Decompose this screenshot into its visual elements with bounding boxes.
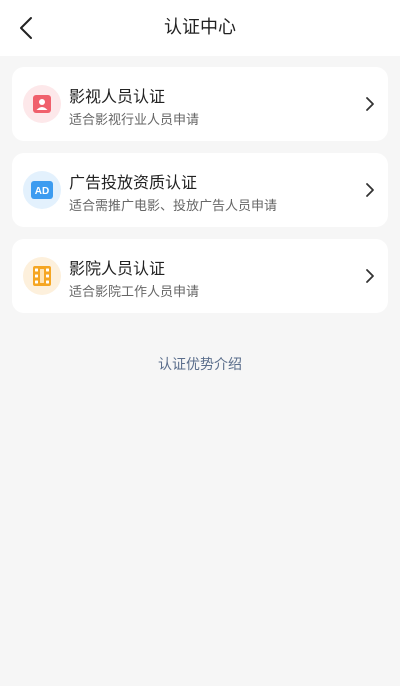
page-title: 认证中心 <box>164 17 236 38</box>
card-title: 影院人员认证 <box>69 259 166 278</box>
ad-qualification-certification-card[interactable]: AD 广告投放资质认证 适合需推广电影、投放广告人员申请 <box>12 153 388 227</box>
chevron-right-icon <box>366 269 374 283</box>
film-icon <box>33 266 51 286</box>
nav-bar: 认证中心 <box>0 0 400 56</box>
ad-icon: AD <box>31 181 53 199</box>
icon-circle: AD <box>23 171 61 209</box>
icon-circle <box>23 257 61 295</box>
person-id-icon <box>33 95 51 113</box>
certification-benefits-link[interactable]: 认证优势介绍 <box>0 354 400 374</box>
film-staff-certification-card[interactable]: 影视人员认证 适合影视行业人员申请 <box>12 67 388 141</box>
chevron-right-icon <box>366 97 374 111</box>
card-title: 广告投放资质认证 <box>69 173 198 192</box>
icon-circle <box>23 85 61 123</box>
card-subtitle: 适合影院工作人员申请 <box>69 285 200 300</box>
cinema-staff-certification-card[interactable]: 影院人员认证 适合影院工作人员申请 <box>12 239 388 313</box>
ad-icon-label: AD <box>35 186 49 197</box>
card-subtitle: 适合影视行业人员申请 <box>69 113 200 128</box>
card-subtitle: 适合需推广电影、投放广告人员申请 <box>69 199 278 214</box>
chevron-right-icon <box>366 183 374 197</box>
card-title: 影视人员认证 <box>69 87 166 106</box>
